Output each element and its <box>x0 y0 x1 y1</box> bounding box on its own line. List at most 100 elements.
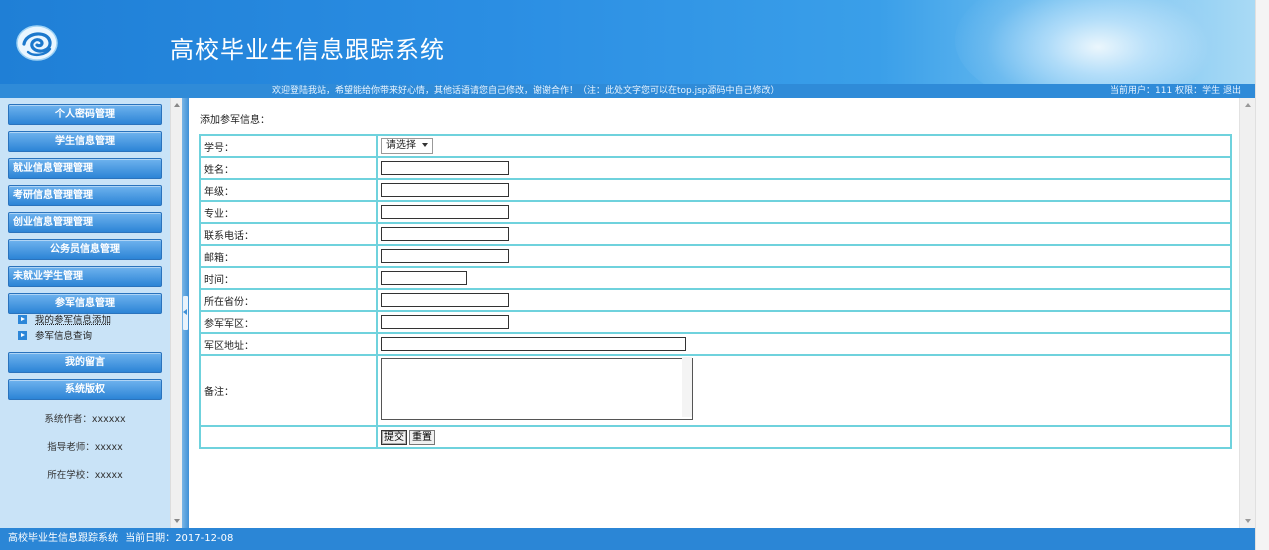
sidebar-item-military-query[interactable]: 参军信息查询 <box>18 330 92 343</box>
field-label: 邮箱： <box>200 245 377 267</box>
form-title: 添加参军信息： <box>200 115 270 126</box>
play-arrow-icon <box>18 331 27 340</box>
scroll-down-icon[interactable] <box>174 519 180 523</box>
select-value: 请选择 <box>386 140 416 151</box>
remark-textarea-wrap <box>381 356 693 425</box>
footer-date-label: 当前日期： <box>125 533 176 544</box>
current-user: 111 <box>1155 86 1173 96</box>
field-label: 专业： <box>200 201 377 223</box>
scroll-up-icon[interactable] <box>1245 103 1251 107</box>
phone-input[interactable] <box>381 227 509 241</box>
student-id-select[interactable]: 请选择 <box>381 138 433 154</box>
form-row-actions: 提交 重置 <box>200 426 1231 448</box>
user-info: 当前用户：111 权限：学生 退出 <box>1110 84 1241 98</box>
name-input[interactable] <box>381 161 509 175</box>
military-form-table: 学号： 请选择 姓名： 年级： 专业： 联系电话： 邮箱： 时间： 所在省份： … <box>199 134 1232 449</box>
system-author: 系统作者：xxxxxx <box>44 414 126 425</box>
sidebar-item-military-add[interactable]: 我的参军信息添加 <box>18 314 111 327</box>
field-label: 学号： <box>200 135 377 157</box>
form-row-province: 所在省份： <box>200 289 1231 311</box>
field-label: 军区地址： <box>200 333 377 355</box>
field-label: 姓名： <box>200 157 377 179</box>
scroll-up-icon[interactable] <box>174 103 180 107</box>
scroll-down-icon[interactable] <box>1245 519 1251 523</box>
main-content: 添加参军信息： 学号： 请选择 姓名： 年级： 专业： 联系电话： 邮箱： 时间… <box>189 98 1239 528</box>
footer-date: 2017-12-08 <box>175 533 234 544</box>
field-cell <box>377 157 1231 179</box>
menu-password[interactable]: 个人密码管理 <box>8 104 162 125</box>
menu-civil-servant[interactable]: 公务员信息管理 <box>8 239 162 260</box>
advisor: 指导老师：xxxxx <box>47 442 123 453</box>
field-label: 年级： <box>200 179 377 201</box>
role-label: 权限： <box>1175 86 1203 96</box>
logout-link[interactable]: 退出 <box>1223 86 1241 96</box>
field-cell <box>377 267 1231 289</box>
menu-startup[interactable]: 创业信息管理管理 <box>8 212 162 233</box>
field-cell <box>377 289 1231 311</box>
form-row-time: 时间： <box>200 267 1231 289</box>
form-row-grade: 年级： <box>200 179 1231 201</box>
email-input[interactable] <box>381 249 509 263</box>
remark-textarea[interactable] <box>381 358 693 420</box>
military-region-input[interactable] <box>381 315 509 329</box>
field-cell <box>377 245 1231 267</box>
field-cell <box>377 333 1231 355</box>
empty-cell <box>200 426 377 448</box>
field-label: 备注： <box>200 355 377 426</box>
reset-button[interactable]: 重置 <box>409 429 435 445</box>
menu-postgrad[interactable]: 考研信息管理管理 <box>8 185 162 206</box>
notice-marquee: 欢迎登陆我站，希望能给你带来好心情，其他话语请您自己修改，谢谢合作！（注：此处文… <box>272 86 780 96</box>
notice-bar: 欢迎登陆我站，希望能给你带来好心情，其他话语请您自己修改，谢谢合作！（注：此处文… <box>0 84 1255 98</box>
school: 所在学校：xxxxx <box>47 470 123 481</box>
field-cell <box>377 201 1231 223</box>
header-decoration <box>955 0 1215 84</box>
menu-copyright[interactable]: 系统版权 <box>8 379 162 400</box>
time-input[interactable] <box>381 271 467 285</box>
form-row-student-id: 学号： 请选择 <box>200 135 1231 157</box>
form-row-phone: 联系电话： <box>200 223 1231 245</box>
menu-student-info[interactable]: 学生信息管理 <box>8 131 162 152</box>
dropdown-caret-icon <box>422 143 428 147</box>
submit-button[interactable]: 提交 <box>381 429 407 445</box>
field-cell <box>377 311 1231 333</box>
actions-cell: 提交 重置 <box>377 426 1231 448</box>
menu-military[interactable]: 参军信息管理 <box>8 293 162 314</box>
window-scrollbar[interactable] <box>1255 0 1269 550</box>
field-label: 时间： <box>200 267 377 289</box>
frame-splitter[interactable] <box>182 98 189 528</box>
form-row-military-region: 参军军区： <box>200 311 1231 333</box>
site-title: 高校毕业生信息跟踪系统 <box>170 36 445 64</box>
grade-input[interactable] <box>381 183 509 197</box>
field-label: 联系电话： <box>200 223 377 245</box>
field-label: 参军军区： <box>200 311 377 333</box>
field-cell <box>377 355 1231 426</box>
menu-messages[interactable]: 我的留言 <box>8 352 162 373</box>
footer-system-name: 高校毕业生信息跟踪系统 <box>8 533 118 544</box>
menu-employment[interactable]: 就业信息管理管理 <box>8 158 162 179</box>
header-banner: 高校毕业生信息跟踪系统 <box>0 0 1255 84</box>
sidebar: 个人密码管理 学生信息管理 就业信息管理管理 考研信息管理管理 创业信息管理管理… <box>0 98 170 528</box>
field-label: 所在省份： <box>200 289 377 311</box>
form-row-region-address: 军区地址： <box>200 333 1231 355</box>
field-cell: 请选择 <box>377 135 1231 157</box>
field-cell <box>377 223 1231 245</box>
current-user-label: 当前用户： <box>1110 86 1156 96</box>
province-input[interactable] <box>381 293 509 307</box>
form-row-major: 专业： <box>200 201 1231 223</box>
region-address-input[interactable] <box>381 337 686 351</box>
major-input[interactable] <box>381 205 509 219</box>
footer-bar: 高校毕业生信息跟踪系统 当前日期：2017-12-08 <box>0 528 1255 550</box>
main-scrollbar[interactable] <box>1239 98 1256 528</box>
form-row-email: 邮箱： <box>200 245 1231 267</box>
collapse-arrow-icon[interactable] <box>183 296 188 330</box>
textarea-scrollbar[interactable] <box>682 357 692 417</box>
play-arrow-icon <box>18 315 27 324</box>
field-cell <box>377 179 1231 201</box>
menu-unemployed[interactable]: 未就业学生管理 <box>8 266 162 287</box>
form-row-name: 姓名： <box>200 157 1231 179</box>
form-row-remark: 备注： <box>200 355 1231 426</box>
swirl-logo-icon <box>16 25 58 61</box>
sub-item-label: 我的参军信息添加 <box>35 315 112 326</box>
role-value: 学生 <box>1202 86 1221 96</box>
sub-item-label: 参军信息查询 <box>35 331 93 342</box>
